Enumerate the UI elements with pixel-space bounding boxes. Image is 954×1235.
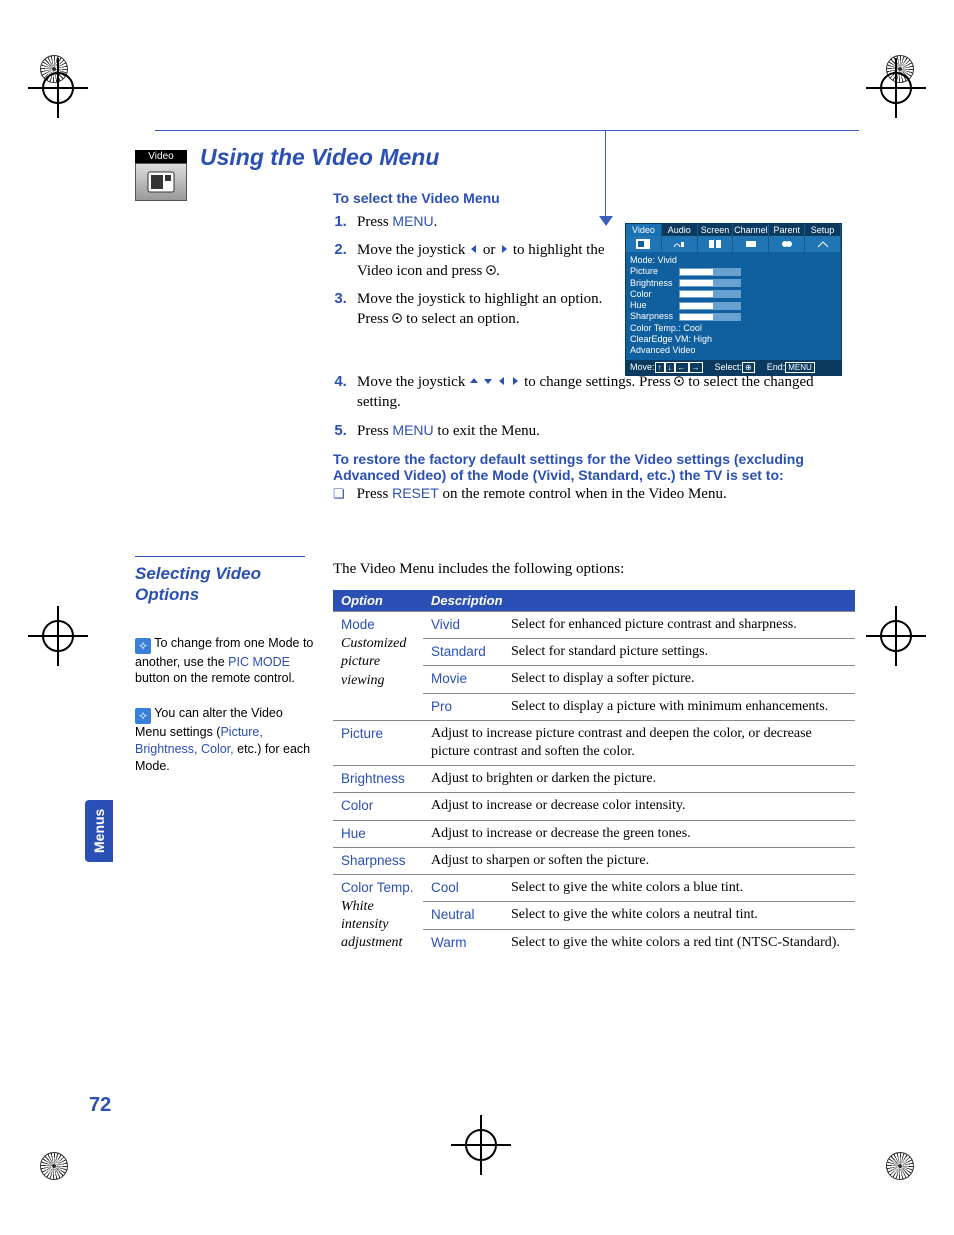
tip-1: ✧ To change from one Mode to another, us… [135,635,315,688]
osd-slider [679,279,741,287]
menu-keyword: MENU [392,422,433,438]
osd-slider [679,302,741,310]
select-heading: To select the Video Menu [333,190,633,206]
video-icon-badge: Video [135,150,187,201]
opt-vivid: Vivid [423,612,503,639]
step-4: Move the joystick to change settings. Pr… [351,372,853,413]
arrow-left-icon [469,244,479,254]
osd-tab-icon [662,236,698,252]
options-table: OptionDescription ModeCustomized picture… [333,590,855,957]
osd-tab-icon [805,236,841,252]
osd-slider [679,313,741,321]
crop-target [42,620,74,652]
arrow-right-icon [510,376,520,386]
osd-tab: Screen [698,224,734,236]
opt-mode: Mode [341,617,375,632]
section-title: Selecting Video Options [135,556,305,606]
section-tab: Menus [85,800,113,862]
osd-tab: Channel [733,224,769,236]
video-icon [135,163,187,201]
osd-tab-icon [698,236,734,252]
restore-heading: To restore the factory default settings … [333,451,853,483]
step-3: Move the joystick to highlight an option… [351,289,633,330]
osd-tabs: Video Audio Screen Channel Parent Setup [626,224,841,236]
osd-tab-icon [769,236,805,252]
tip-icon: ✧ [135,638,151,654]
page-number: 72 [89,1094,111,1117]
step-2: Move the joystick or to highlight the Vi… [351,240,633,281]
registration-mark [40,1152,68,1180]
th-option: Option [333,590,423,612]
tip-2: ✧ You can alter the Video Menu settings … [135,705,315,775]
opt-neutral: Neutral [423,902,503,930]
opt-brightness: Brightness [333,766,423,793]
crop-target [880,72,912,104]
opt-picture: Picture [333,720,423,765]
opt-hue: Hue [333,820,423,847]
header-rule [155,130,859,131]
menu-keyword: MENU [392,213,433,229]
osd-tab-icon [733,236,769,252]
opt-standard: Standard [423,639,503,666]
osd-slider [679,290,741,298]
opt-pro: Pro [423,693,503,720]
osd-mode: Mode: Vivid [630,255,837,266]
opt-cool: Cool [423,874,503,902]
steps-list-cont: Move the joystick to change settings. Pr… [333,372,853,441]
osd-slider [679,268,741,276]
video-icon-label: Video [135,150,187,163]
enter-icon [392,313,402,323]
opt-sharpness: Sharpness [333,847,423,874]
steps-list: Press MENU. Move the joystick or to high… [333,212,633,329]
crop-target [465,1129,497,1161]
osd-body: Mode: Vivid Picture Brightness Color Hue… [626,252,841,360]
opt-warm: Warm [423,930,503,957]
bullet-icon: ❏ [333,485,345,503]
page-title: Using the Video Menu [200,144,439,171]
osd-tab: Audio [662,224,698,236]
enter-icon [674,376,684,386]
osd-screenshot: Video Audio Screen Channel Parent Setup … [625,223,842,376]
th-description: Description [423,590,855,612]
arrow-left-icon [497,376,507,386]
tip-icon: ✧ [135,708,151,724]
reset-keyword: RESET [392,485,439,501]
arrow-up-icon [469,376,479,386]
arrow-down-icon [483,376,493,386]
osd-tab: Parent [769,224,805,236]
enter-icon [486,265,496,275]
registration-mark [886,1152,914,1180]
osd-tab: Video [626,224,662,236]
osd-footer: Move:↑↓←→ Select:⊕ End:MENU [626,360,841,375]
opt-movie: Movie [423,666,503,693]
crop-target [880,620,912,652]
step-1: Press MENU. [351,212,633,232]
opt-colortemp: Color Temp. [341,880,414,895]
intro-text: The Video Menu includes the following op… [333,561,624,578]
restore-bullet: ❏ Press RESET on the remote control when… [333,485,853,503]
osd-tab-icon [626,236,662,252]
arrow-right-icon [499,244,509,254]
opt-color: Color [333,793,423,820]
step-5: Press MENU to exit the Menu. [351,421,853,441]
osd-icon-row [626,236,841,252]
osd-tab: Setup [805,224,841,236]
crop-target [42,72,74,104]
